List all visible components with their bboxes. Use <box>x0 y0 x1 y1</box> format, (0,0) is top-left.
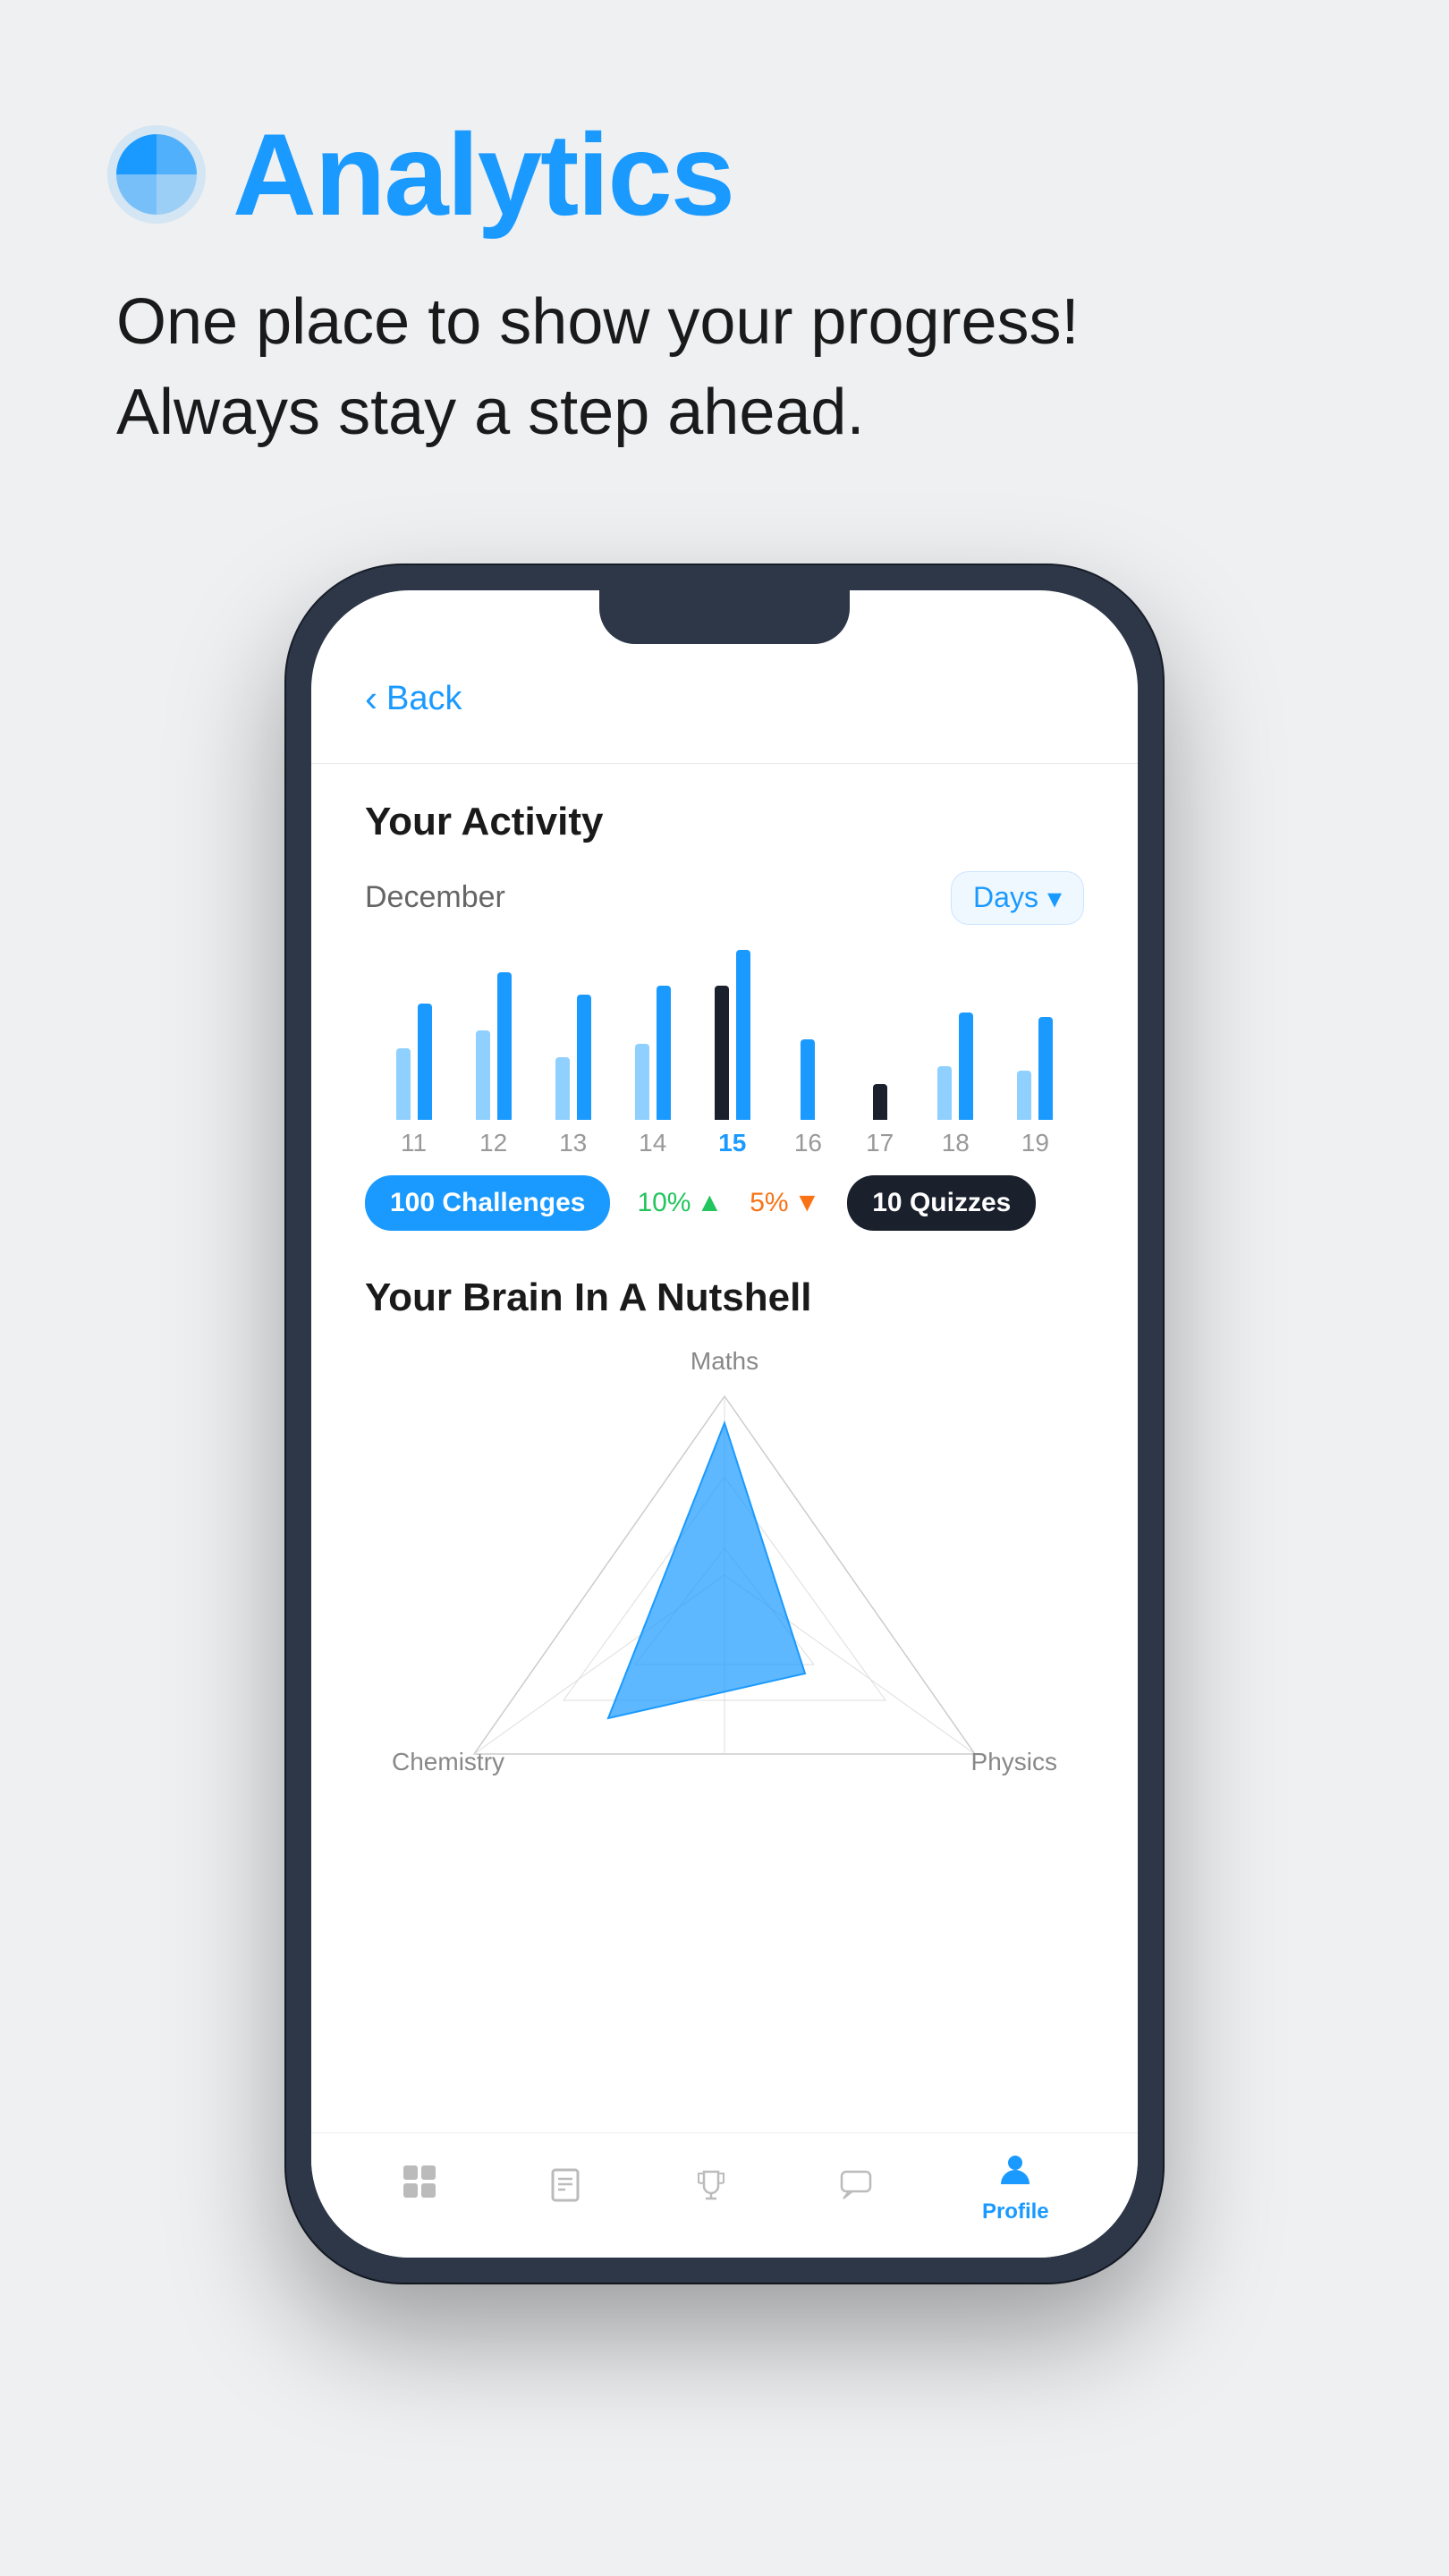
bar-group-12: 12 <box>476 950 512 1157</box>
nav-profile-label: Profile <box>982 2199 1049 2224</box>
bar-dark <box>418 1004 432 1120</box>
home-icon <box>400 2162 439 2211</box>
bar-group-19: 19 <box>1017 950 1053 1157</box>
screen-content: ‹ Back Your Activity December Days ▾ <box>311 590 1138 2132</box>
triangle-svg <box>420 1369 1029 1781</box>
bar-light <box>555 1057 570 1120</box>
back-button[interactable]: ‹ Back <box>365 680 1084 718</box>
analytics-icon <box>107 125 206 224</box>
month-label: December <box>365 880 505 915</box>
lessons-icon <box>546 2165 585 2208</box>
nav-chat[interactable] <box>836 2165 876 2208</box>
bar-dark <box>497 972 512 1120</box>
bar-group-11: 11 <box>396 950 432 1157</box>
nav-lessons[interactable] <box>546 2165 585 2208</box>
arrow-down-icon: ▼ <box>794 1188 821 1218</box>
phone-outer: ‹ Back Your Activity December Days ▾ <box>286 565 1163 2283</box>
brain-chart: Maths Chemistry Physics <box>365 1347 1084 1776</box>
page-title: Analytics <box>233 107 733 242</box>
brain-section-title: Your Brain In A Nutshell <box>365 1275 1084 1320</box>
bar-active-dark <box>736 950 750 1120</box>
bar-black <box>873 1084 887 1120</box>
bar-light <box>476 1030 490 1120</box>
bar-dark <box>657 986 671 1120</box>
title-row: Analytics <box>107 107 1360 242</box>
chat-icon <box>836 2165 876 2208</box>
bar-light <box>396 1048 411 1120</box>
bar-light <box>1017 1071 1031 1120</box>
brain-label-chemistry: Chemistry <box>392 1748 504 1776</box>
back-label: Back <box>386 680 462 718</box>
nav-trophy[interactable] <box>691 2165 731 2208</box>
bar-dark <box>801 1039 815 1120</box>
brain-section: Your Brain In A Nutshell Maths Chemistry… <box>365 1275 1084 1776</box>
profile-icon <box>996 2148 1035 2192</box>
header-section: Analytics One place to show your progres… <box>0 0 1449 512</box>
stats-row: 100 Challenges 10% ▲ 5% ▼ 10 Quizzes <box>365 1175 1084 1231</box>
header-subtitle: One place to show your progress! Always … <box>116 277 1360 458</box>
bottom-nav: Profile <box>311 2132 1138 2258</box>
brain-label-physics: Physics <box>971 1748 1057 1776</box>
change-up: 10% ▲ <box>637 1188 723 1218</box>
brain-label-top: Maths <box>691 1347 758 1376</box>
phone-mockup: ‹ Back Your Activity December Days ▾ <box>0 565 1449 2283</box>
activity-header: December Days ▾ <box>365 871 1084 925</box>
days-dropdown[interactable]: Days ▾ <box>951 871 1084 925</box>
nav-profile[interactable]: Profile <box>982 2148 1049 2224</box>
bar-light <box>635 1044 649 1120</box>
bar-dark <box>1038 1017 1053 1120</box>
challenges-badge: 100 Challenges <box>365 1175 610 1231</box>
bar-group-17: 17 <box>866 950 894 1157</box>
bar-dark <box>577 995 591 1120</box>
bar-group-16: 16 <box>794 950 822 1157</box>
back-chevron-icon: ‹ <box>365 680 377 717</box>
phone-screen: ‹ Back Your Activity December Days ▾ <box>311 590 1138 2258</box>
activity-section-title: Your Activity <box>365 800 1084 844</box>
phone-notch <box>599 590 850 644</box>
chevron-down-icon: ▾ <box>1047 881 1062 915</box>
bar-group-15: 15 <box>715 950 750 1157</box>
arrow-up-icon: ▲ <box>696 1188 723 1218</box>
change-down: 5% ▼ <box>750 1188 820 1218</box>
nav-home[interactable] <box>400 2162 439 2211</box>
divider <box>311 763 1138 764</box>
trophy-icon <box>691 2165 731 2208</box>
bar-group-13: 13 <box>555 950 591 1157</box>
bar-active <box>715 986 729 1120</box>
bar-chart: 11 12 <box>365 961 1084 1157</box>
bar-light <box>937 1066 952 1120</box>
bar-group-18: 18 <box>937 950 973 1157</box>
bar-group-14: 14 <box>635 950 671 1157</box>
quizzes-badge: 10 Quizzes <box>847 1175 1036 1231</box>
bar-dark <box>959 1013 973 1120</box>
